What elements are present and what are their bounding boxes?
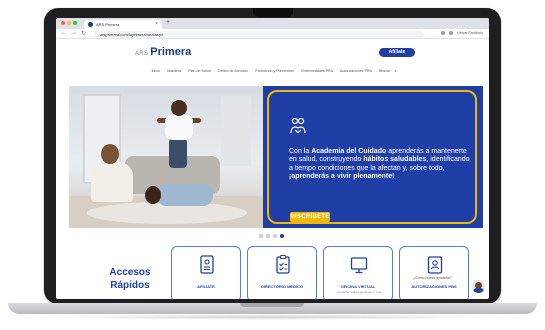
accesos-rapidos-title: Accesos Rápidos — [109, 267, 151, 291]
family-photo — [69, 86, 263, 228]
document-icon — [200, 255, 214, 274]
card-label: AUTORIZACIONES PBS — [411, 284, 457, 289]
nav-item-promocion[interactable]: Promoción y Prevención — [255, 69, 294, 73]
chat-avatar-icon[interactable] — [472, 280, 485, 293]
browser-toolbar: ← → ↻ arsprimera.com/laprimerahora.aspx … — [56, 29, 489, 39]
nav-buttons: ← → ↻ — [61, 30, 86, 37]
nav-item-autorizaciones[interactable]: Autorizaciones PRA — [340, 69, 372, 73]
search-icon[interactable]: ⌕ — [394, 68, 396, 73]
toolbar-label[interactable]: Ubicar Escritorio — [457, 31, 483, 35]
hero-banner[interactable]: Con la Academia del Cuidado aprenderás a… — [69, 86, 483, 228]
address-bar[interactable]: arsprimera.com/laprimerahora.aspx — [94, 31, 424, 38]
back-icon[interactable]: ← — [61, 30, 67, 37]
photo-shelf — [221, 96, 251, 166]
nav-item-enfermedades[interactable]: Enfermedades PRA — [301, 69, 333, 73]
new-tab-button[interactable]: + — [166, 19, 170, 26]
window-controls — [61, 21, 77, 25]
nav-item-buscar[interactable]: Buscar — [379, 69, 390, 73]
photo-mother — [91, 144, 133, 202]
nav-item-nosotros[interactable]: Nosotros — [167, 69, 181, 73]
id-card-icon — [427, 256, 443, 274]
browser-tab[interactable]: ARS Primera × — [84, 20, 162, 29]
card-subtitle: Consulta, realiza gestiones y más — [336, 290, 382, 294]
laptop-screen: ARS Primera × + ← → ↻ arsprimera.com/lap… — [56, 18, 489, 299]
afiliate-button[interactable]: Afíliate — [379, 48, 415, 57]
checklist-icon — [276, 255, 290, 274]
site-nav: Inicio Nosotros Plan de Salud Centro de … — [56, 68, 489, 78]
nav-item-plan-de-salud[interactable]: Plan de Salud — [188, 69, 210, 73]
carousel-dot[interactable] — [266, 234, 270, 238]
inscribete-button[interactable]: INSCRÍBETE — [290, 212, 330, 222]
profile-icon[interactable] — [449, 31, 454, 35]
maximize-window-icon[interactable] — [73, 21, 77, 25]
chat-prompt[interactable]: ¿Cómo puedo ayudarte? — [410, 275, 455, 281]
nav-item-centro-atencion[interactable]: Centro de Atención — [218, 69, 249, 73]
photo-father — [143, 178, 213, 208]
laptop-shadow — [30, 314, 515, 320]
favicon-icon — [88, 22, 93, 27]
toolbar-actions: Ubicar Escritorio — [441, 31, 483, 35]
tab-title: ARS Primera — [96, 22, 120, 27]
carousel-dots — [259, 234, 284, 238]
tab-close-icon[interactable]: × — [155, 21, 158, 27]
camera-notch — [253, 8, 293, 17]
extension-icon[interactable] — [441, 31, 446, 35]
forward-icon[interactable]: → — [71, 30, 77, 37]
minimize-window-icon[interactable] — [67, 21, 71, 25]
site-logo[interactable]: ARS Primera — [135, 46, 191, 58]
logo-ars: ARS — [135, 51, 149, 57]
logo-primera: Primera — [150, 46, 192, 58]
card-label: AFÍLIATE — [197, 284, 215, 289]
nav-item-inicio[interactable]: Inicio — [152, 69, 160, 73]
carousel-dot[interactable] — [259, 234, 263, 238]
quick-access-card-autorizaciones[interactable]: AUTORIZACIONES PBS — [399, 246, 469, 299]
laptop-base-notch — [240, 303, 304, 307]
close-window-icon[interactable] — [61, 21, 65, 25]
carousel-dot[interactable] — [273, 234, 277, 238]
quick-access-card-directorio[interactable]: DIRECTORIO MÉDICO — [247, 246, 317, 299]
carousel-dot-active[interactable] — [280, 234, 284, 238]
site-header: ARS Primera Afíliate — [56, 40, 489, 60]
reload-icon[interactable]: ↻ — [81, 30, 86, 37]
hero-text: Con la Academia del Cuidado aprenderás a… — [289, 148, 470, 181]
card-label: OFICINA VIRTUAL — [340, 284, 376, 289]
card-label: DIRECTORIO MÉDICO — [260, 284, 304, 289]
quick-access-card-oficina-virtual[interactable]: OFICINA VIRTUAL Consulta, realiza gestio… — [323, 246, 393, 299]
browser-tab-bar: ARS Primera × + — [56, 18, 489, 29]
monitor-icon — [350, 257, 368, 274]
quick-access-card-afiliate[interactable]: AFÍLIATE — [171, 246, 241, 299]
care-hands-icon — [290, 117, 306, 134]
photo-child — [157, 100, 201, 170]
